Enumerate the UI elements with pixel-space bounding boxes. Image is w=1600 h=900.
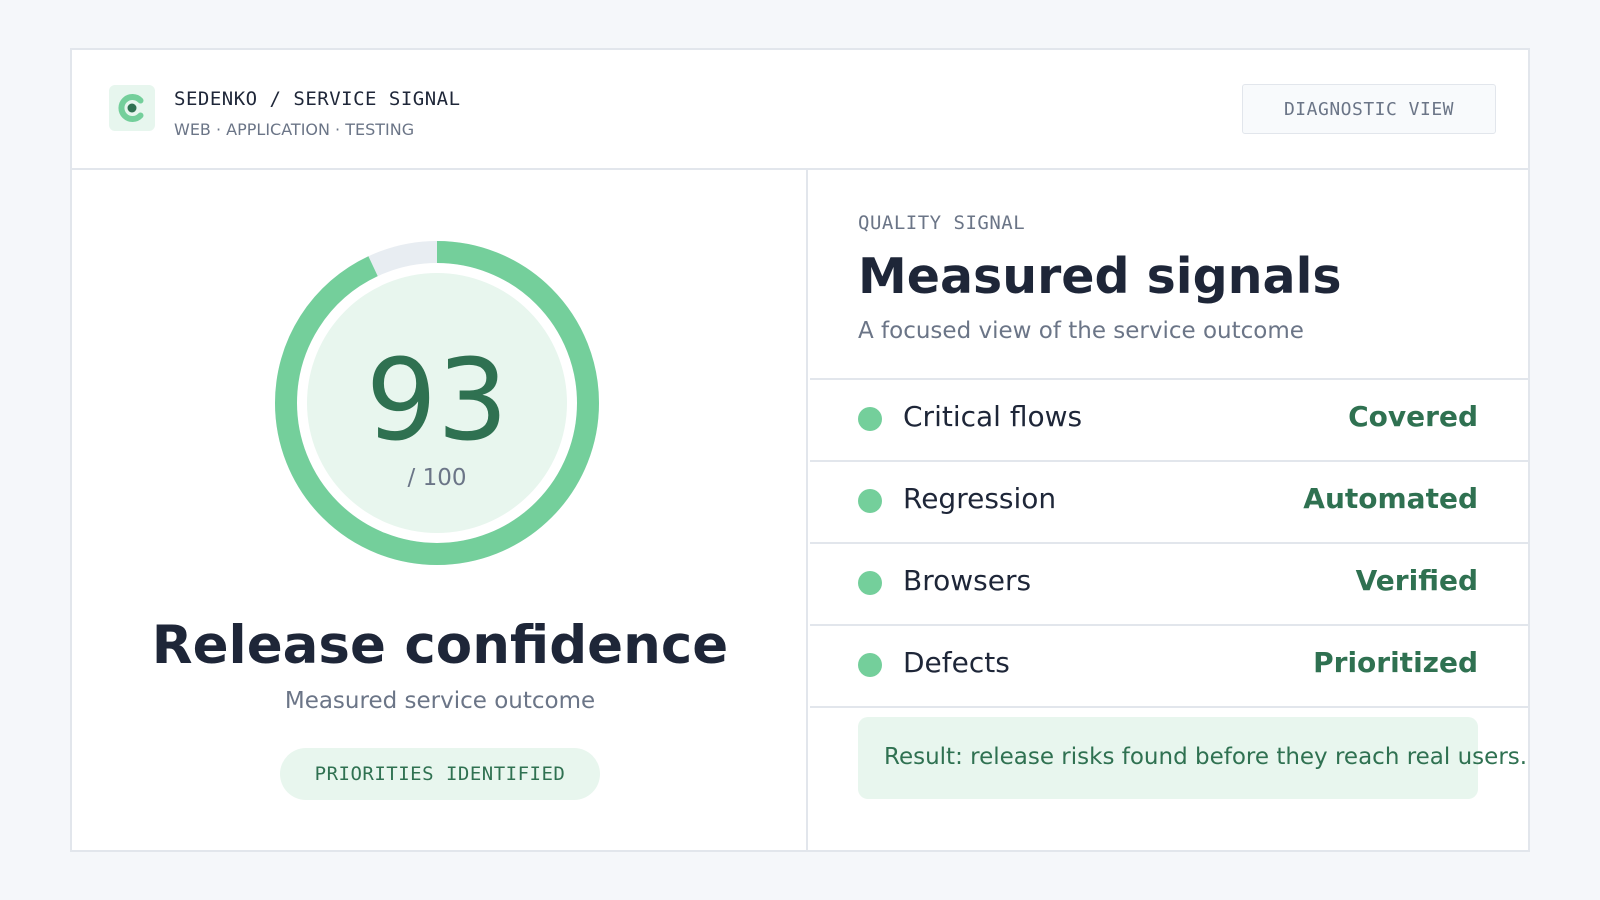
score-subtitle: Measured service outcome xyxy=(284,688,596,714)
diagnostic-view-button[interactable]: DIAGNOSTIC VIEW xyxy=(1242,84,1496,134)
result-callout: Result: release risks found before they … xyxy=(858,717,1527,799)
brand-title: SEDENKO / SERVICE SIGNAL xyxy=(174,88,461,110)
signal-label: Regression xyxy=(903,482,1057,515)
priorities-badge: PRIORITIES IDENTIFIED xyxy=(280,748,600,800)
signal-row-browsers: Browsers Verified xyxy=(810,544,1528,626)
signal-value: Prioritized xyxy=(1313,646,1478,679)
signals-title: Measured signals xyxy=(858,248,1342,305)
score-value: 93 xyxy=(365,336,509,466)
header: SEDENKO / SERVICE SIGNAL WEB · APPLICATI… xyxy=(72,50,1528,170)
result-text: Result: release risks found before they … xyxy=(884,744,1528,770)
signal-row-critical-flows: Critical flows Covered xyxy=(810,380,1528,462)
score-max: / 100 xyxy=(407,465,467,491)
status-dot-icon xyxy=(858,489,882,513)
brand-tagline: WEB · APPLICATION · TESTING xyxy=(174,120,415,139)
signals-subtitle: A focused view of the service outcome xyxy=(858,318,1304,344)
signal-label: Defects xyxy=(903,646,1010,679)
score-panel: 93 / 100 Release confidence Measured ser… xyxy=(72,170,808,850)
signal-value: Verified xyxy=(1355,564,1478,597)
signal-row-regression: Regression Automated xyxy=(810,462,1528,544)
signals-list: Critical flows Covered Regression Automa… xyxy=(810,378,1528,708)
logo-icon xyxy=(109,85,155,131)
signal-value: Covered xyxy=(1348,400,1478,433)
signal-label: Browsers xyxy=(903,564,1032,597)
status-dot-icon xyxy=(858,653,882,677)
signals-panel: QUALITY SIGNAL Measured signals A focuse… xyxy=(810,170,1528,850)
signals-eyebrow: QUALITY SIGNAL xyxy=(858,212,1026,234)
signal-label: Critical flows xyxy=(903,400,1083,433)
signal-row-defects: Defects Prioritized xyxy=(810,626,1528,708)
score-title: Release confidence xyxy=(151,615,729,676)
status-dot-icon xyxy=(858,571,882,595)
status-dot-icon xyxy=(858,407,882,431)
signal-value: Automated xyxy=(1303,482,1478,515)
main-card: SEDENKO / SERVICE SIGNAL WEB · APPLICATI… xyxy=(70,48,1530,852)
